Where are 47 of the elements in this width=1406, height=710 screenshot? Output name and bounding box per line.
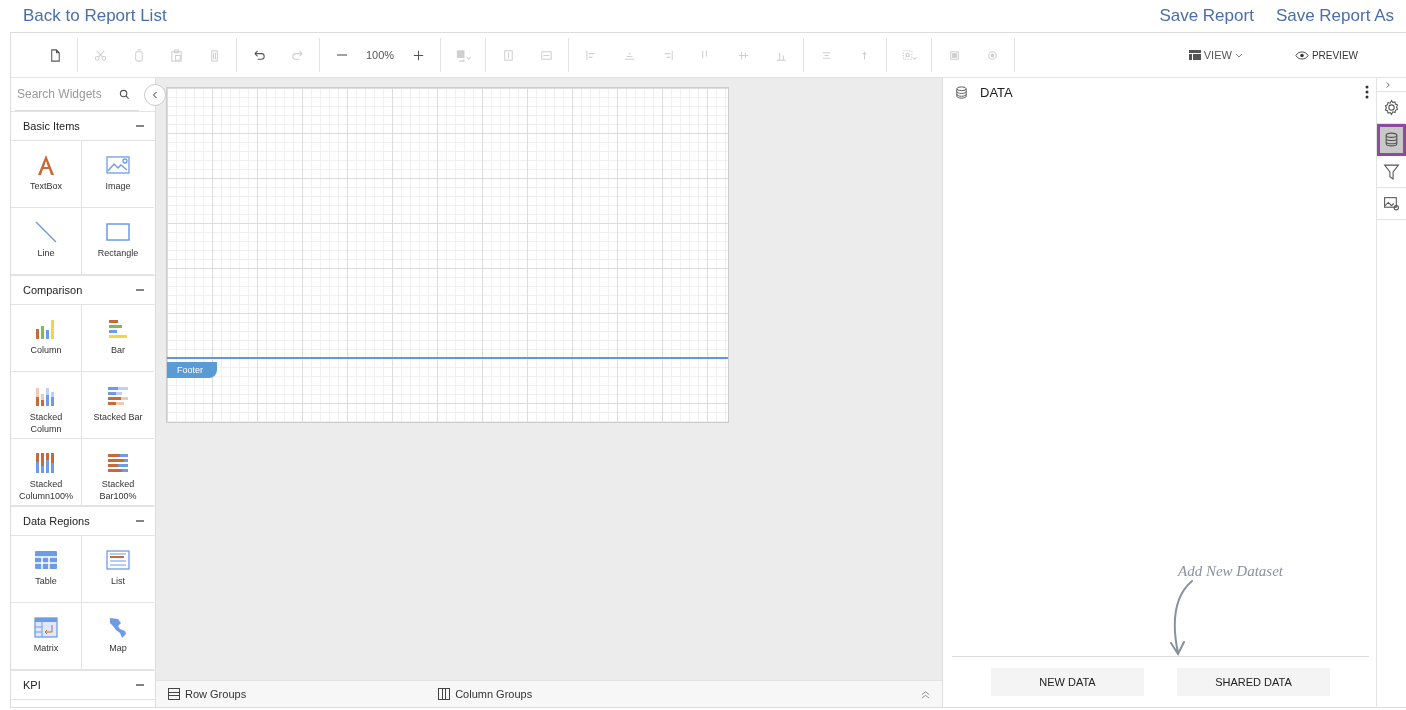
zoom-level: 100% — [366, 49, 395, 61]
double-chevron-up-icon[interactable] — [921, 689, 930, 699]
database-icon — [954, 84, 969, 100]
eye-icon — [1294, 50, 1309, 60]
more-icon[interactable] — [1365, 85, 1369, 99]
footer-label: Footer — [167, 362, 217, 378]
image-icon — [1383, 195, 1400, 212]
search-icon — [119, 88, 130, 100]
gear-icon — [1383, 99, 1400, 116]
widget-tile[interactable]: TextBox — [11, 141, 82, 208]
section-title: Basic Items — [23, 120, 80, 132]
curved-arrow-icon — [1167, 580, 1194, 656]
widget-tile[interactable]: Stacked Column100% — [11, 439, 82, 506]
rectangle-icon — [104, 220, 132, 244]
save-link[interactable]: Save Report — [1159, 6, 1254, 26]
section-title: Comparison — [23, 284, 83, 296]
panel-title: DATA — [980, 84, 1013, 100]
data-button[interactable]: NEW DATA — [991, 668, 1144, 696]
section-title: KPI — [23, 679, 41, 691]
widget-tile[interactable]: Column — [11, 305, 82, 372]
layout-icon — [1188, 50, 1201, 60]
side-tab[interactable] — [1377, 124, 1406, 156]
row-groups-button[interactable]: Row Groups — [162, 687, 253, 701]
preview-button[interactable]: PREVIEW — [1288, 48, 1364, 62]
caret-icon — [1234, 52, 1243, 58]
back-link[interactable]: Back to Report List — [23, 6, 167, 26]
column-groups-button[interactable]: Column Groups — [432, 687, 539, 701]
list-icon — [104, 548, 132, 572]
rows-icon — [168, 688, 180, 700]
hint-text: Add New Dataset — [1178, 563, 1283, 580]
search-field[interactable]: Search Widgets — [15, 86, 115, 102]
widget-tile[interactable]: Matrix — [11, 603, 82, 670]
save-link[interactable]: Save Report As — [1275, 6, 1394, 26]
widget-tile[interactable]: Stacked Column — [11, 372, 82, 439]
chevron-left-icon — [152, 91, 158, 99]
widget-tile[interactable]: Table — [11, 536, 82, 603]
data-button[interactable]: SHARED DATA — [1177, 668, 1330, 696]
database-icon — [1383, 131, 1400, 148]
table-icon — [32, 548, 60, 572]
columns-icon — [438, 688, 451, 700]
matrix-icon — [32, 615, 60, 639]
collapse-panel-button[interactable] — [144, 84, 166, 106]
filter-icon — [1383, 163, 1400, 180]
section-title: Data Regions — [23, 515, 90, 527]
widget-tile[interactable]: Line — [11, 208, 82, 275]
view-button[interactable]: VIEW — [1182, 48, 1249, 62]
image-icon — [104, 153, 132, 177]
